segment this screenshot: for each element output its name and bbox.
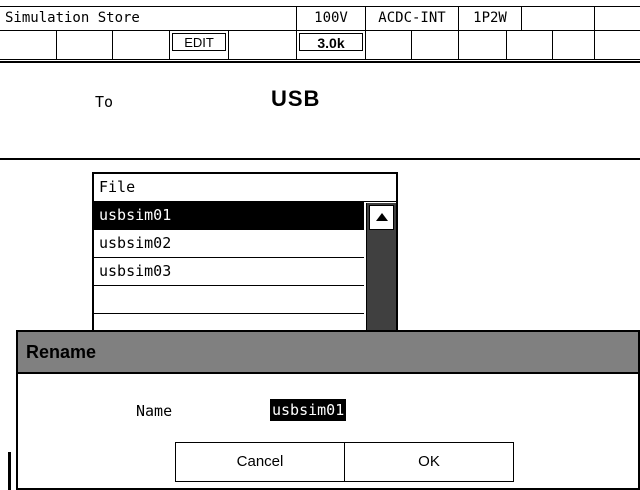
softkey-2[interactable] (56, 30, 113, 60)
frequency-softkey-label: 3.0k (317, 35, 345, 51)
softkey-1[interactable] (0, 30, 57, 60)
divider (0, 158, 640, 160)
cancel-button[interactable]: Cancel (175, 442, 345, 482)
softkey-9[interactable] (458, 30, 507, 60)
softkey-10[interactable] (506, 30, 553, 60)
edit-softkey-box: EDIT (172, 33, 226, 51)
frequency-softkey[interactable]: 3.0k (296, 30, 366, 60)
file-list-item[interactable]: usbsim01 (94, 202, 364, 230)
frequency-softkey-box: 3.0k (299, 33, 363, 51)
file-list-scrollbar[interactable] (366, 203, 396, 334)
divider (0, 61, 640, 63)
name-input[interactable]: usbsim01 (270, 399, 347, 421)
softkey-5[interactable] (228, 30, 297, 60)
file-list-item[interactable]: usbsim03 (94, 258, 364, 286)
softkey-8[interactable] (411, 30, 459, 60)
header-slot-empty (521, 6, 595, 31)
file-list-item[interactable] (94, 286, 364, 314)
rename-dialog: Rename Name usbsim01 Cancel OK (16, 330, 640, 490)
screen-title: Simulation Store (0, 6, 297, 31)
header-slot-empty (594, 6, 640, 31)
softkey-11[interactable] (552, 30, 595, 60)
softkey-7[interactable] (365, 30, 412, 60)
source-mode-indicator: ACDC-INT (365, 6, 459, 31)
file-list-item[interactable]: usbsim02 (94, 230, 364, 258)
destination-value: USB (271, 86, 321, 111)
phase-indicator: 1P2W (458, 6, 522, 31)
voltage-range-indicator: 100V (296, 6, 366, 31)
file-list[interactable]: File usbsim01 usbsim02 usbsim03 (92, 172, 398, 334)
name-label: Name (136, 402, 173, 420)
left-edge-marker (8, 452, 11, 490)
softkey-3[interactable] (112, 30, 170, 60)
file-list-header: File (94, 174, 396, 202)
edit-softkey[interactable]: EDIT (169, 30, 229, 60)
ok-button[interactable]: OK (344, 442, 514, 482)
softkey-12[interactable] (594, 30, 640, 60)
rename-dialog-title: Rename (18, 332, 638, 374)
scroll-up-arrow-icon[interactable] (369, 205, 394, 230)
edit-softkey-label: EDIT (184, 35, 214, 50)
destination-label: To (95, 93, 114, 111)
screen: Simulation Store 100V ACDC-INT 1P2W EDIT… (0, 0, 640, 490)
